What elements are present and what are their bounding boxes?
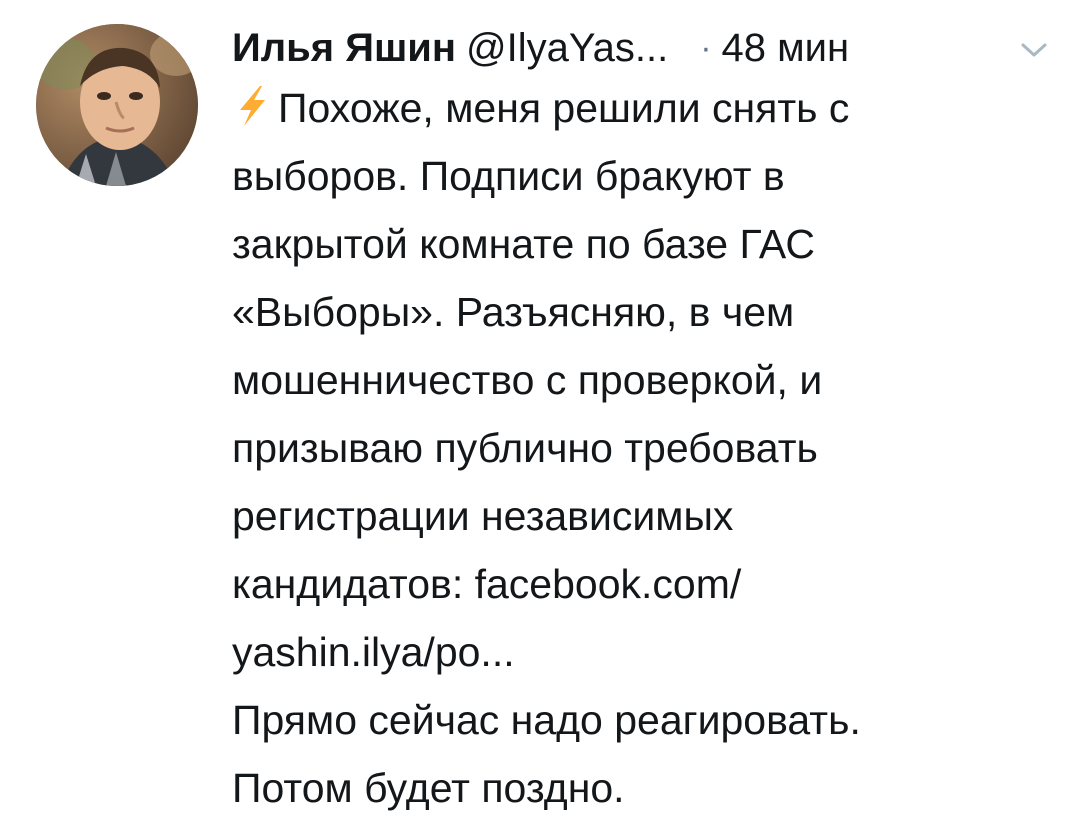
- separator-dot: ·: [700, 28, 712, 67]
- tweet-text-line-6: призываю публично требовать: [232, 425, 818, 471]
- tweet-text-line-8: кандидатов: facebook.com/: [232, 561, 742, 607]
- author-handle[interactable]: @IlyaYas...: [466, 26, 668, 71]
- tweet-text-line-2: выборов. Подписи бракуют в: [232, 153, 785, 199]
- author-avatar[interactable]: [36, 24, 198, 186]
- tweet-text-line-4: «Выборы». Разъясняю, в чем: [232, 289, 795, 335]
- avatar-photo: [36, 24, 198, 186]
- tweet-link-text[interactable]: yashin.ilya/po...: [232, 618, 1052, 686]
- tweet-text: Похоже, меня решили снять с выборов. Под…: [232, 74, 1052, 822]
- tweet-text-line-1: Похоже, меня решили снять с: [278, 85, 850, 131]
- tweet-text-line-5: мошенничество с проверкой, и: [232, 357, 823, 403]
- tweet-text-line: Похоже, меня решили снять с: [232, 74, 1052, 142]
- tweet-timestamp[interactable]: 48 мин: [722, 26, 850, 71]
- tweet-content: Илья Яшин @IlyaYas... · 48 мин Похоже, м…: [232, 18, 1052, 822]
- chevron-down-icon[interactable]: [1020, 40, 1048, 60]
- tweet-text-line-10: Прямо сейчас надо реагировать.: [232, 697, 861, 743]
- tweet-text-line-7: регистрации независимых: [232, 493, 734, 539]
- tweet-card[interactable]: Илья Яшин @IlyaYas... · 48 мин Похоже, м…: [0, 0, 1080, 830]
- tweet-header: Илья Яшин @IlyaYas... · 48 мин: [232, 18, 1052, 78]
- tweet-text-line-11: Потом будет поздно.: [232, 765, 625, 811]
- tweet-text-line-3: закрытой комнате по базе ГАС: [232, 221, 815, 267]
- author-name[interactable]: Илья Яшин: [232, 26, 456, 71]
- lightning-bolt-icon: [240, 86, 265, 126]
